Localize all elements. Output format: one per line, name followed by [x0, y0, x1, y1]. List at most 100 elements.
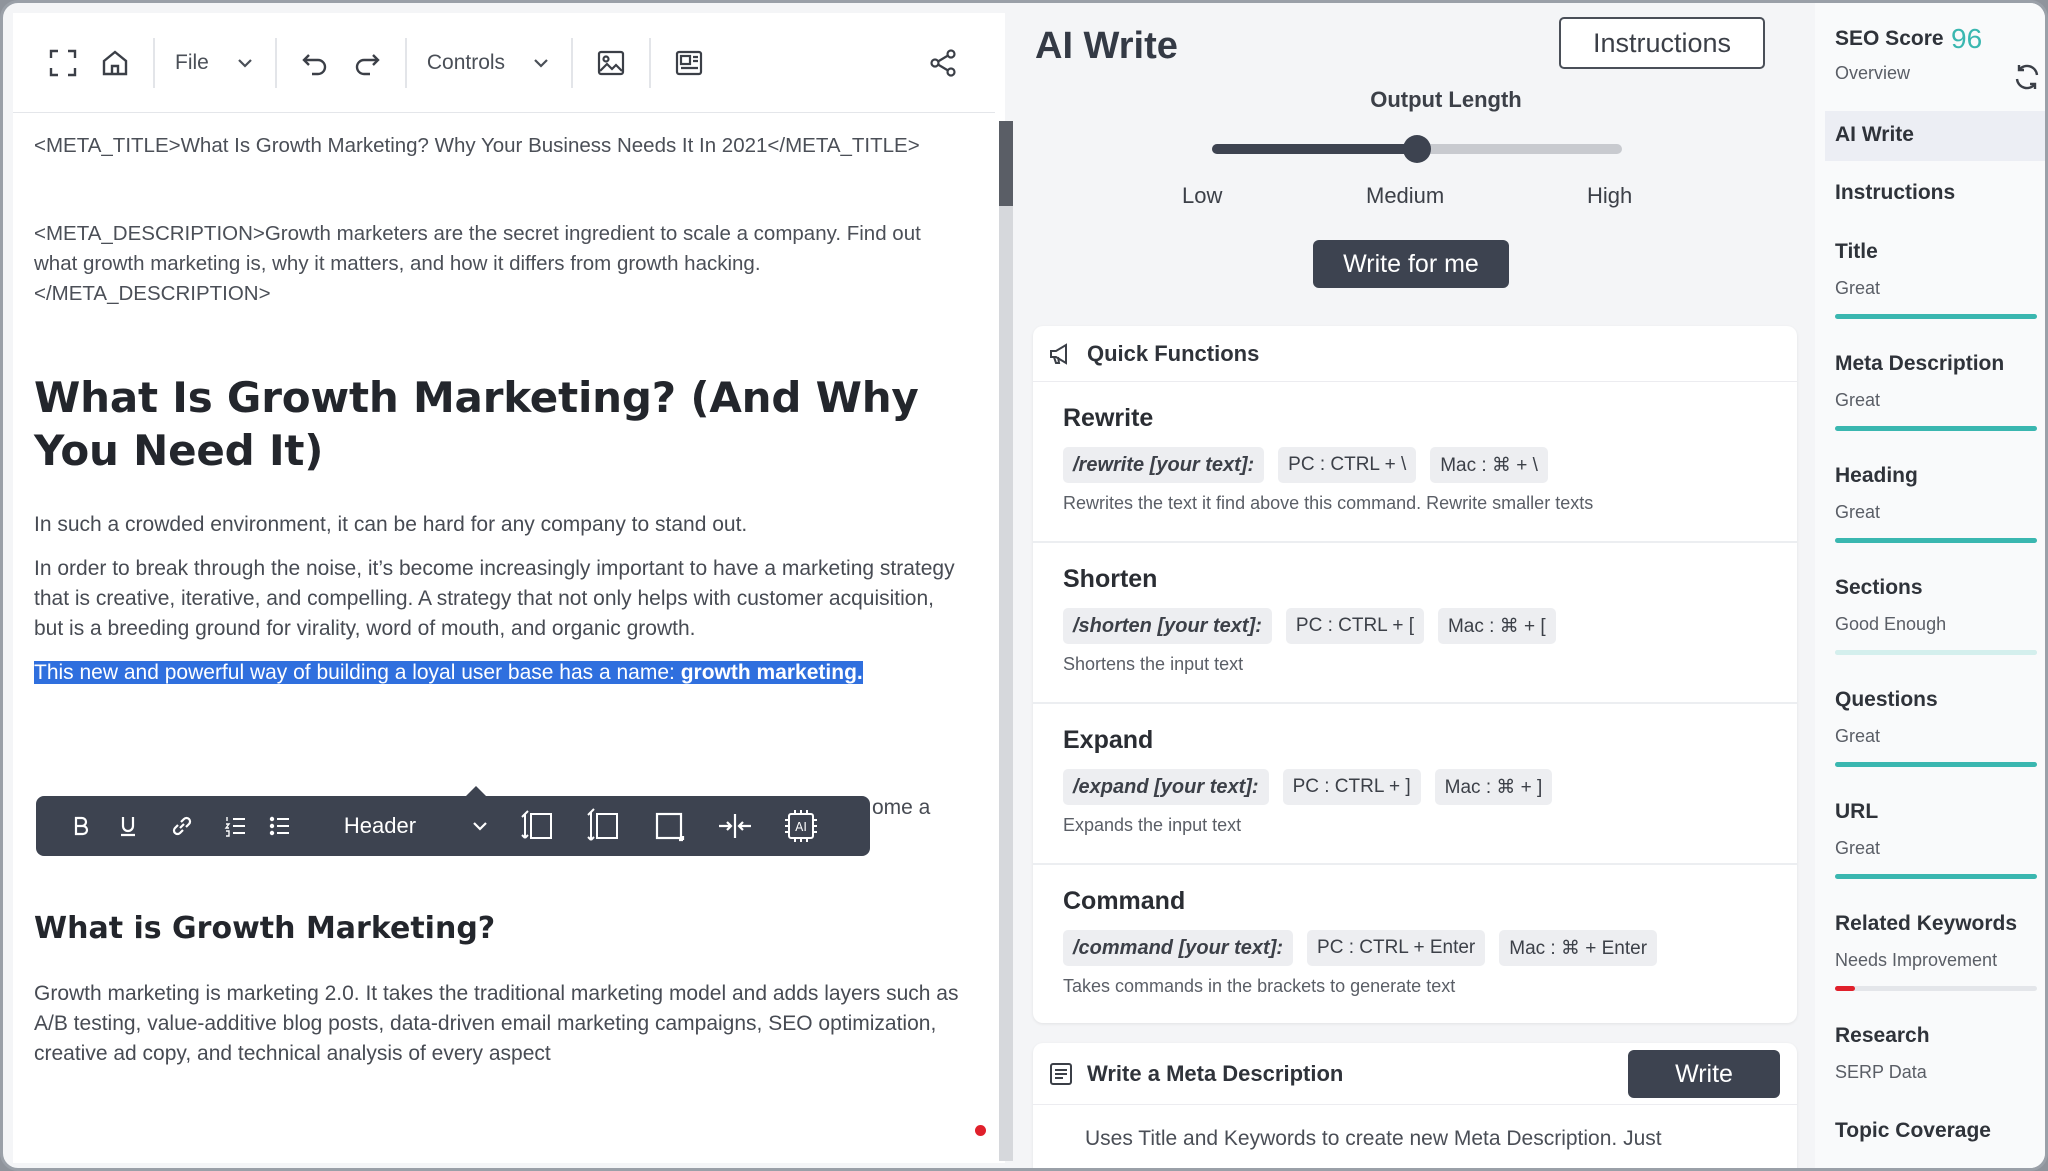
long-length-icon[interactable] — [570, 796, 636, 856]
function-item: Command /command [your text]: PC : CTRL … — [1033, 865, 1797, 1026]
output-length-slider-handle[interactable] — [1403, 135, 1431, 163]
undo-icon[interactable] — [289, 33, 341, 93]
output-length-label: Output Length — [1370, 87, 1522, 112]
heading-status: Great — [1835, 502, 1881, 522]
megaphone-icon — [1050, 342, 1067, 365]
related-keywords-score-bar — [1835, 986, 2037, 991]
slider-high-label: High — [1587, 183, 1633, 208]
mac-shortcut-chip: Mac : ⌘ + \ — [1430, 447, 1548, 483]
document-heading-2: What is Growth Marketing? — [34, 911, 496, 946]
url-score-fill — [1835, 874, 2037, 879]
function-item: Shorten /shorten [your text]: PC : CTRL … — [1033, 543, 1797, 704]
seo-score-value: 96 — [1951, 23, 1983, 54]
instructions-button[interactable]: Instructions — [1559, 17, 1765, 69]
questions-status: Great — [1835, 726, 1881, 746]
questions-score-fill — [1835, 762, 2037, 767]
meta-description-status: Great — [1835, 390, 1881, 410]
home-icon[interactable] — [89, 33, 141, 93]
nav-item-url[interactable]: URL — [1835, 800, 1878, 824]
selected-text-bold: growth marketing. — [680, 661, 863, 684]
crop-icon[interactable] — [636, 796, 702, 856]
compress-icon[interactable] — [702, 796, 768, 856]
fullscreen-icon[interactable] — [37, 33, 89, 93]
refresh-icon[interactable] — [2011, 61, 2043, 93]
editor-scrollbar[interactable] — [999, 121, 1013, 1161]
file-menu[interactable]: File — [167, 33, 263, 93]
meta-description-card: Write a Meta Description Write Uses Titl… — [1033, 1043, 1797, 1168]
nav-item-sections[interactable]: Sections — [1835, 576, 1923, 600]
meta-description-score-fill — [1835, 426, 2037, 431]
url-score-bar — [1835, 874, 2037, 879]
selected-text[interactable]: This new and powerful way of building a … — [34, 658, 864, 688]
command-chip[interactable]: /rewrite [your text]: — [1063, 447, 1265, 483]
pc-shortcut-chip: PC : CTRL + Enter — [1307, 930, 1486, 966]
status-dot — [975, 1125, 986, 1136]
quick-functions-title: Quick Functions — [1087, 340, 1260, 366]
heading-score-fill — [1835, 538, 2037, 543]
editor-toolbar: File Controls — [13, 13, 995, 113]
function-description: Expands the input text — [1063, 815, 1242, 835]
redo-icon[interactable] — [341, 33, 393, 93]
function-item: Expand /expand [your text]: PC : CTRL + … — [1033, 704, 1797, 865]
command-chip[interactable]: /shorten [your text]: — [1063, 608, 1272, 644]
slider-medium-label: Medium — [1366, 183, 1445, 208]
underline-icon[interactable] — [106, 796, 150, 856]
research-status: SERP Data — [1835, 1062, 1927, 1082]
write-for-me-button[interactable]: Write for me — [1313, 240, 1509, 288]
sections-score-bar — [1835, 650, 2037, 655]
chevron-down-icon — [473, 822, 487, 831]
document-icon — [1050, 1062, 1072, 1085]
ordered-list-icon[interactable] — [214, 796, 258, 856]
paragraph: In such a crowded environment, it can be… — [34, 513, 748, 536]
nav-item-topic-coverage[interactable]: Topic Coverage — [1835, 1119, 1991, 1143]
ai-chip-icon[interactable]: AI — [768, 796, 834, 856]
share-icon[interactable] — [913, 33, 973, 93]
meta-description-score-bar — [1835, 426, 2037, 431]
function-description: Rewrites the text it find above this com… — [1063, 493, 1594, 513]
editor-scrollbar-thumb[interactable] — [999, 121, 1013, 206]
editor-panel: File Controls <META_TITLE>What Is Growth… — [13, 13, 1013, 1163]
function-name: Shorten — [1063, 565, 1158, 593]
nav-item-research[interactable]: Research — [1835, 1024, 1930, 1048]
nav-item-instructions[interactable]: Instructions — [1835, 181, 1955, 205]
title-status: Great — [1835, 278, 1881, 298]
pc-shortcut-chip: PC : CTRL + ] — [1282, 769, 1421, 805]
image-text-icon[interactable] — [663, 33, 715, 93]
bullet-list-icon[interactable] — [258, 796, 302, 856]
link-icon[interactable] — [150, 796, 214, 856]
panel-title: AI Write — [1035, 25, 1178, 67]
write-meta-button[interactable]: Write — [1628, 1050, 1780, 1098]
toolbar-divider — [404, 37, 407, 88]
meta-description-text: <META_DESCRIPTION>Growth marketers are t… — [34, 222, 921, 305]
output-length-slider-fill — [1212, 144, 1417, 154]
controls-menu[interactable]: Controls — [419, 33, 559, 93]
seo-sidebar: SEO Score 96 Overview AI Write Instructi… — [1815, 3, 2045, 1168]
bold-icon[interactable] — [56, 796, 106, 856]
pc-shortcut-chip: PC : CTRL + \ — [1278, 447, 1417, 483]
slider-low-label: Low — [1182, 183, 1223, 208]
function-name: Command — [1063, 887, 1186, 915]
heading-score-bar — [1835, 538, 2037, 543]
quick-functions-header: Quick Functions — [1033, 326, 1797, 382]
sections-status: Good Enough — [1835, 614, 1947, 634]
svg-text:AI: AI — [795, 820, 807, 834]
function-description: Takes commands in the brackets to genera… — [1063, 976, 1456, 996]
short-length-icon[interactable] — [504, 796, 570, 856]
command-chip[interactable]: /expand [your text]: — [1063, 769, 1269, 805]
function-name: Expand — [1063, 726, 1154, 754]
paragraph: Growth marketing is marketing 2.0. It ta… — [34, 982, 959, 1065]
selected-text-plain: This new and powerful way of building a … — [34, 661, 681, 684]
nav-item-meta-description[interactable]: Meta Description — [1835, 352, 2004, 376]
document-content[interactable]: <META_TITLE>What Is Growth Marketing? Wh… — [34, 131, 964, 1065]
nav-item-title[interactable]: Title — [1835, 240, 1878, 264]
quick-functions-card: Quick Functions Rewrite /rewrite [your t… — [1033, 326, 1797, 1023]
header-dropdown[interactable]: Header — [318, 796, 498, 856]
function-item: Rewrite /rewrite [your text]: PC : CTRL … — [1033, 382, 1797, 543]
nav-item-questions[interactable]: Questions — [1835, 688, 1938, 712]
obscured-text-fragment: ome a — [872, 796, 931, 819]
command-chip[interactable]: /command [your text]: — [1063, 930, 1294, 966]
image-icon[interactable] — [585, 33, 637, 93]
nav-item-heading[interactable]: Heading — [1835, 464, 1918, 488]
nav-item-related-keywords[interactable]: Related Keywords — [1835, 912, 2017, 936]
nav-item-ai-write[interactable]: AI Write — [1835, 123, 1914, 147]
